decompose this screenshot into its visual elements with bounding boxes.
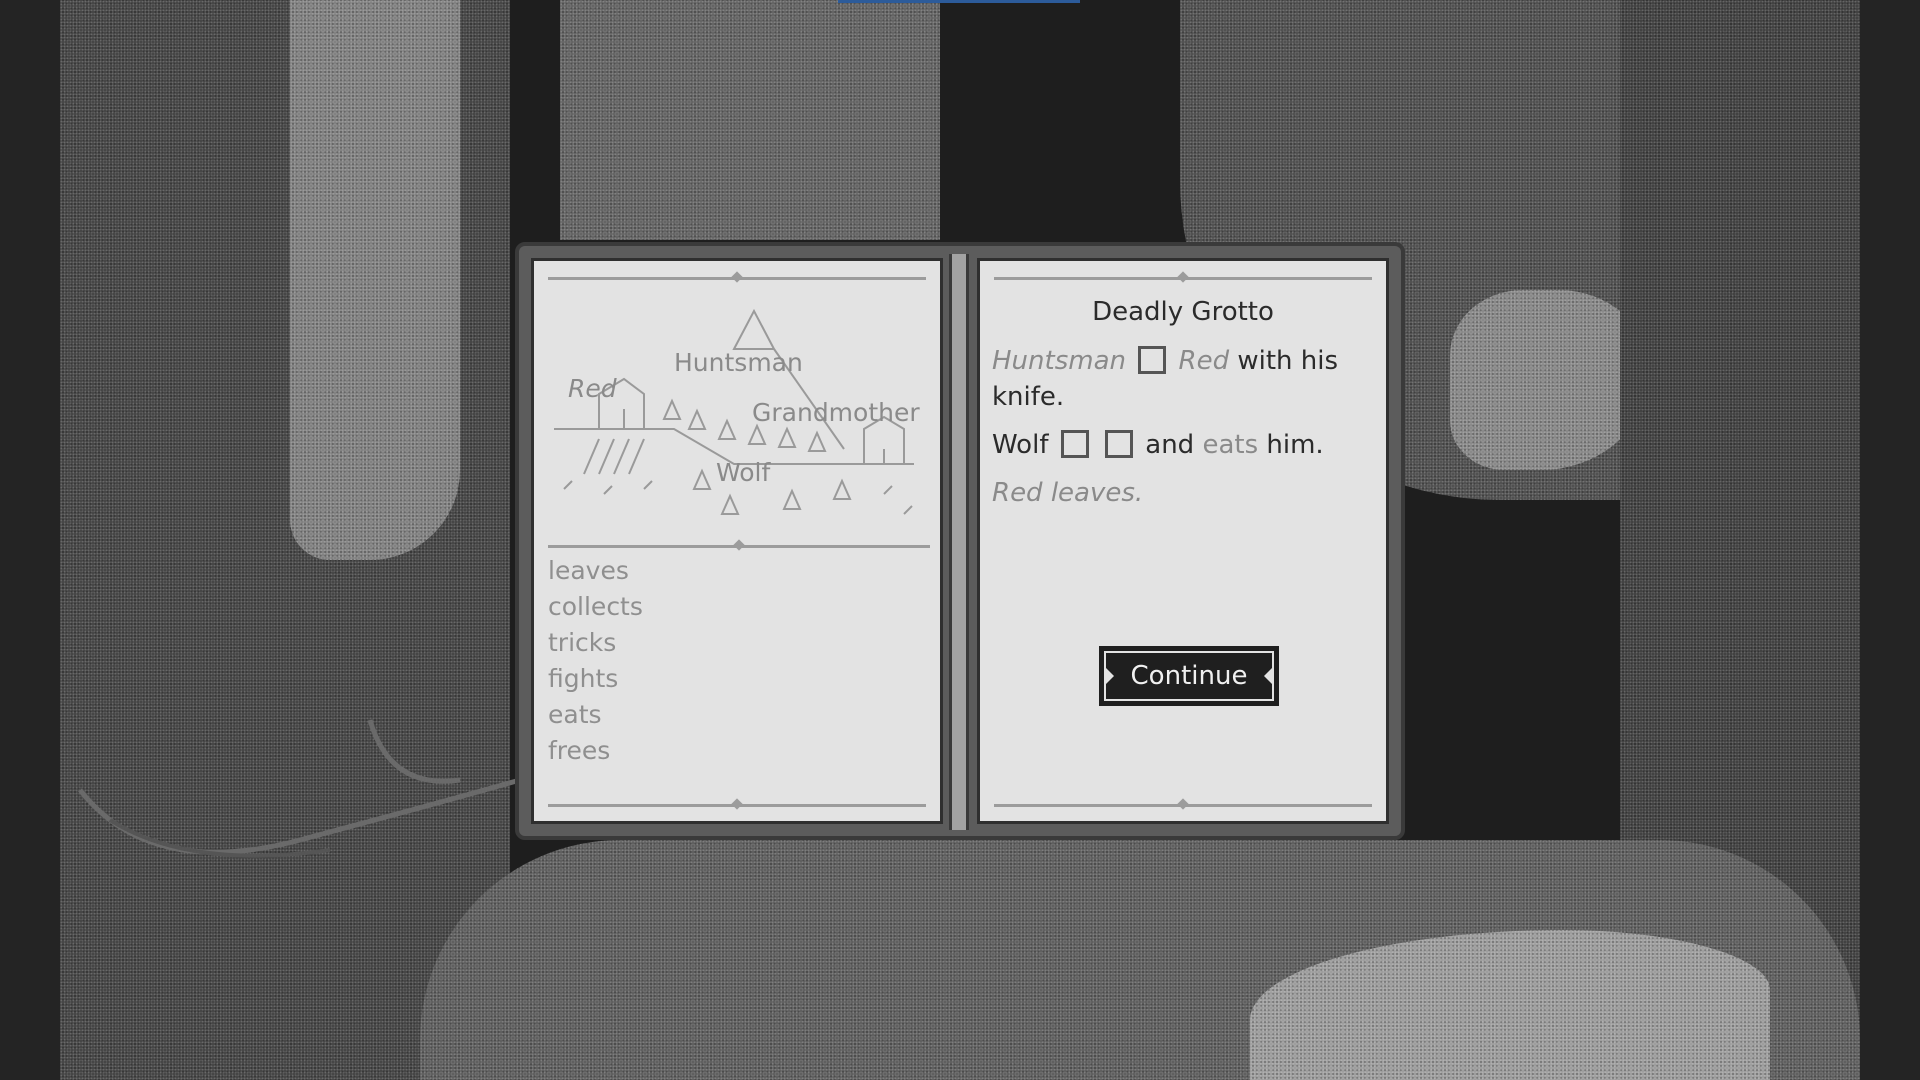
story-sentence-1: Huntsman Red with his knife. — [992, 343, 1382, 415]
map-label-red: Red — [568, 374, 617, 403]
sentence-1-tail: with his — [1237, 346, 1339, 376]
sentence-2-tail: and — [1145, 430, 1195, 460]
sentence-1-object: Red — [1178, 346, 1230, 376]
verb-list: leaves collects tricks fights eats frees — [548, 553, 643, 769]
arrow-right-icon — [1106, 668, 1114, 684]
middle-ornament-rule — [548, 539, 930, 551]
left-shadow-edge — [0, 0, 60, 1080]
verb-slot-3[interactable] — [1105, 430, 1133, 458]
verb-slot-2[interactable] — [1060, 430, 1089, 458]
verb-eats[interactable]: eats — [548, 697, 643, 733]
tree-roots — [78, 719, 521, 858]
bottom-ornament-rule — [548, 798, 926, 810]
continue-button[interactable]: Continue — [1099, 646, 1279, 706]
map-label-grandmother: Grandmother — [752, 398, 920, 427]
story-map: Red Huntsman Grandmother Wolf — [554, 308, 920, 515]
map-label-huntsman: Huntsman — [674, 348, 803, 377]
arrow-left-icon — [1264, 668, 1272, 684]
sentence-2-tail-faded: eats — [1202, 430, 1259, 460]
bottom-ornament-rule — [994, 798, 1372, 810]
story-sentence-2: Wolf and eats him. — [992, 427, 1382, 463]
center-tree-trunk — [560, 0, 940, 240]
top-ornament-rule — [994, 271, 1372, 283]
sentence-1-tail-2: knife. — [992, 382, 1065, 412]
sentence-2-tail-end: him. — [1266, 430, 1324, 460]
top-ornament-rule — [548, 271, 926, 283]
left-page: Red Huntsman Grandmother Wolf leaves col… — [531, 258, 943, 824]
sentence-1-subject: Huntsman — [992, 346, 1126, 376]
verb-tricks[interactable]: tricks — [548, 625, 643, 661]
right-page: Deadly Grotto Huntsman Red with his knif… — [977, 258, 1389, 824]
story-title: Deadly Grotto — [1092, 297, 1274, 327]
continue-label: Continue — [1130, 661, 1248, 691]
sentence-2-subject: Wolf — [992, 430, 1049, 460]
story-sentence-3: Red leaves. — [992, 478, 1144, 508]
verb-slot-1[interactable] — [1138, 346, 1167, 374]
storybook: Red Huntsman Grandmother Wolf leaves col… — [515, 242, 1405, 840]
verb-leaves[interactable]: leaves — [548, 553, 643, 589]
map-label-wolf: Wolf — [716, 458, 771, 487]
verb-frees[interactable]: frees — [548, 733, 643, 769]
verb-collects[interactable]: collects — [548, 589, 643, 625]
tree-trunk-highlight — [290, 0, 460, 560]
right-shadow-edge — [1860, 0, 1920, 1080]
top-progress-marker — [838, 0, 1080, 3]
book-spine — [949, 254, 969, 830]
verb-fights[interactable]: fights — [548, 661, 643, 697]
